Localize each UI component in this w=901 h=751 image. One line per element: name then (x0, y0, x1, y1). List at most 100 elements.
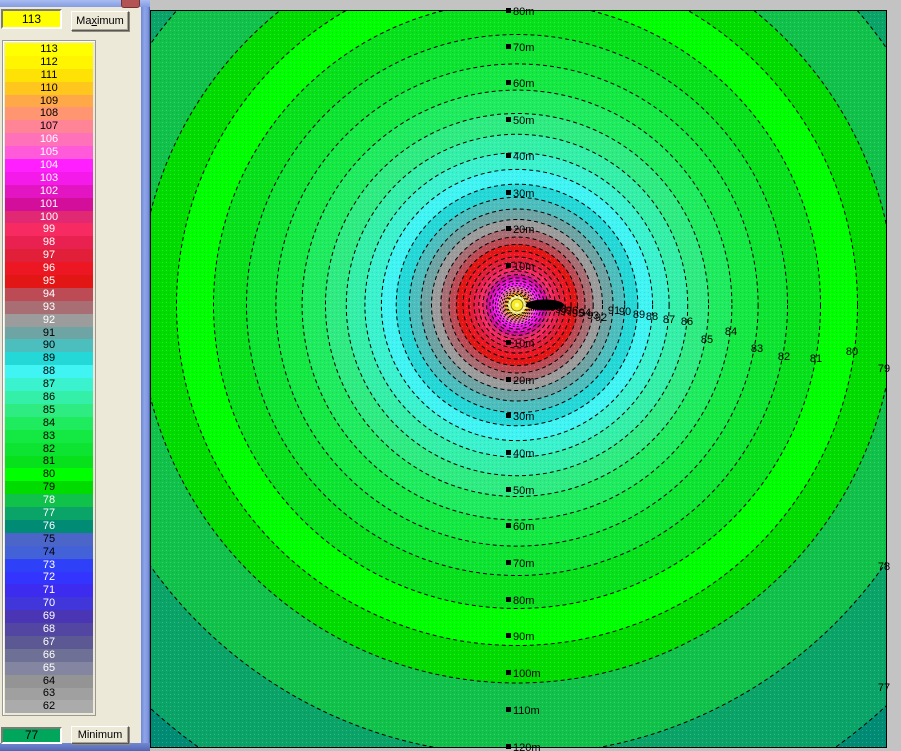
legend-row: 66 (5, 649, 93, 662)
contour-label: 86 (681, 316, 693, 328)
distance-marker-label: 60m (513, 521, 534, 533)
legend-row: 84 (5, 417, 93, 430)
legend-row: 102 (5, 185, 93, 198)
distance-marker-label: 20m (513, 224, 534, 236)
legend-row: 83 (5, 430, 93, 443)
distance-marker-label: 120m (513, 742, 541, 751)
distance-marker-label: 20m (513, 375, 534, 387)
legend-row: 77 (5, 507, 93, 520)
legend-row: 101 (5, 198, 93, 211)
legend-row: 109 (5, 95, 93, 108)
distance-marker-label: 80m (513, 595, 534, 607)
legend-row: 111 (5, 69, 93, 82)
legend-row: 97 (5, 249, 93, 262)
contour-label: 82 (778, 351, 790, 363)
legend-row: 89 (5, 352, 93, 365)
legend-row: 81 (5, 456, 93, 469)
legend-row: 95 (5, 275, 93, 288)
legend-row: 85 (5, 404, 93, 417)
contour-label: 85 (701, 334, 713, 346)
app-window: 80m 70m 60m 50m 40m 30m 20m 10m 10m 20m 30m 40m 50m 6… (0, 0, 901, 751)
window-border-right (141, 0, 150, 751)
distance-marker-label: 50m (513, 115, 534, 127)
contour-label: 92 (595, 312, 607, 324)
legend-row: 86 (5, 391, 93, 404)
distance-marker-label: 50m (513, 485, 534, 497)
contour-label: 81 (810, 353, 822, 365)
contour-label: 87 (663, 314, 675, 326)
legend-row: 70 (5, 597, 93, 610)
contour-label: 84 (725, 326, 737, 338)
contour-label: 89 (633, 309, 645, 321)
legend-row: 64 (5, 675, 93, 688)
legend-row: 75 (5, 533, 93, 546)
distance-marker-label: 40m (513, 448, 534, 460)
legend-row: 91 (5, 327, 93, 340)
maximum-button[interactable]: Maximum (71, 11, 129, 31)
distance-marker-label: 70m (513, 42, 534, 54)
distance-marker-label: 70m (513, 558, 534, 570)
legend-row: 74 (5, 546, 93, 559)
legend-row: 72 (5, 572, 93, 585)
noise-source-point[interactable] (508, 296, 526, 314)
contour-label: 88 (646, 311, 658, 323)
legend-row: 63 (5, 688, 93, 701)
legend-row: 94 (5, 288, 93, 301)
legend-row: 87 (5, 378, 93, 391)
minimum-value-field[interactable]: 77 (1, 727, 62, 744)
distance-marker-label: 40m (513, 151, 534, 163)
legend-row: 106 (5, 133, 93, 146)
legend-row: 96 (5, 262, 93, 275)
distance-marker-label: 10m (513, 261, 534, 273)
contour-map[interactable]: 80m 70m 60m 50m 40m 30m 20m 10m 10m 20m 30m 40m 50m 6… (150, 0, 901, 751)
contour-label: 80 (846, 346, 858, 358)
contour-label: 90 (619, 306, 631, 318)
legend-row: 80 (5, 468, 93, 481)
legend-row: 65 (5, 662, 93, 675)
legend-row: 69 (5, 610, 93, 623)
legend-row: 71 (5, 584, 93, 597)
legend-row: 62 (5, 700, 93, 713)
legend-row: 67 (5, 636, 93, 649)
distance-marker-label: 30m (513, 188, 534, 200)
contour-label: 83 (751, 343, 763, 355)
contour-svg[interactable]: 80m 70m 60m 50m 40m 30m 20m 10m 10m 20m 30m 40m 50m 6… (150, 10, 887, 748)
legend-row: 99 (5, 223, 93, 236)
legend-row: 92 (5, 314, 93, 327)
distance-marker-label: 30m (513, 411, 534, 423)
distance-marker-label: 100m (513, 668, 541, 680)
legend-row: 68 (5, 623, 93, 636)
contour-label: 79 (878, 363, 890, 375)
legend-row: 73 (5, 559, 93, 572)
legend-row: 103 (5, 172, 93, 185)
close-button[interactable] (121, 0, 140, 8)
legend-row: 76 (5, 520, 93, 533)
distance-marker-label: 80m (513, 6, 534, 18)
legend-row: 108 (5, 107, 93, 120)
legend-row: 93 (5, 301, 93, 314)
legend-row: 82 (5, 443, 93, 456)
legend-row: 100 (5, 211, 93, 224)
legend-row: 110 (5, 82, 93, 95)
legend-row: 98 (5, 236, 93, 249)
legend-row: 78 (5, 494, 93, 507)
legend-row: 79 (5, 481, 93, 494)
distance-marker-label: 90m (513, 631, 534, 643)
legend-row: 105 (5, 146, 93, 159)
legend-row: 104 (5, 159, 93, 172)
distance-marker-label: 110m (513, 705, 540, 717)
contour-label: 78 (878, 561, 890, 573)
legend-row: 90 (5, 339, 93, 352)
contour-label: 77 (878, 682, 890, 694)
legend-window: 113 Maximum 1131121111101091081071061051… (0, 0, 150, 751)
minimum-button[interactable]: Minimum (71, 726, 129, 744)
legend-row: 88 (5, 365, 93, 378)
legend-titlebar[interactable] (0, 0, 150, 7)
legend-row: 107 (5, 120, 93, 133)
legend-row: 112 (5, 56, 93, 69)
window-border-bottom (0, 743, 150, 751)
legend-row: 113 (5, 43, 93, 56)
distance-marker-label: 60m (513, 78, 534, 90)
distance-marker-label: 10m (513, 338, 534, 350)
maximum-value-field[interactable]: 113 (1, 9, 62, 29)
